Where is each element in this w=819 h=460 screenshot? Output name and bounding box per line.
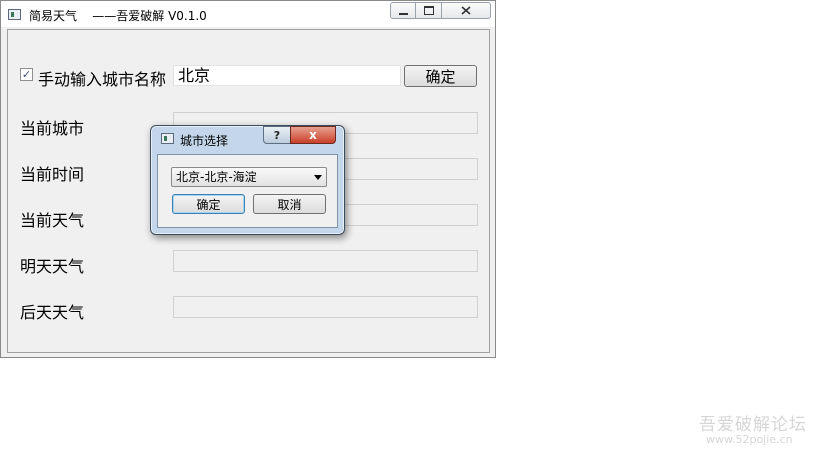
manual-input-label[interactable]: 手动输入城市名称 bbox=[38, 66, 166, 90]
dialog-close-button[interactable]: x bbox=[290, 126, 336, 144]
dialog-app-icon bbox=[161, 133, 174, 144]
app-icon bbox=[8, 9, 21, 20]
city-select-dropdown[interactable]: 北京-北京-海淀 bbox=[171, 167, 327, 187]
chevron-down-icon bbox=[314, 175, 322, 180]
dialog-title: 城市选择 bbox=[180, 134, 229, 148]
dialog-ok-button[interactable]: 确定 bbox=[172, 194, 245, 214]
current-weather-label: 当前天气 bbox=[20, 211, 85, 230]
checkmark-icon: ✓ bbox=[21, 68, 32, 81]
minimize-icon bbox=[398, 12, 408, 15]
close-icon: x bbox=[309, 128, 317, 142]
window-title: 简易天气 ——吾爱破解 V0.1.0 bbox=[29, 9, 207, 23]
maximize-button[interactable] bbox=[415, 2, 442, 19]
selected-city: 北京-北京-海淀 bbox=[176, 170, 257, 184]
help-button[interactable]: ? bbox=[263, 126, 291, 144]
watermark-title: 吾爱破解论坛 bbox=[699, 415, 807, 435]
manual-input-checkbox[interactable]: ✓ bbox=[20, 68, 33, 81]
after-tomorrow-weather-field[interactable] bbox=[173, 296, 478, 318]
after-tomorrow-weather-label: 后天天气 bbox=[20, 303, 85, 322]
city-select-dialog: 城市选择 ? x 北京-北京-海淀 确定 取消 bbox=[150, 125, 345, 235]
help-icon: ? bbox=[273, 128, 281, 142]
maximize-icon bbox=[423, 6, 434, 15]
title-bar[interactable]: 简易天气 ——吾爱破解 V0.1.0 bbox=[1, 1, 495, 27]
confirm-button[interactable]: 确定 bbox=[404, 65, 477, 87]
tomorrow-weather-field[interactable] bbox=[173, 250, 478, 272]
minimize-button[interactable] bbox=[390, 2, 416, 19]
close-icon bbox=[461, 6, 471, 15]
city-name-input[interactable]: 北京 bbox=[173, 65, 401, 86]
dialog-cancel-button[interactable]: 取消 bbox=[253, 194, 326, 214]
dialog-body: 北京-北京-海淀 确定 取消 bbox=[157, 154, 338, 228]
current-time-label: 当前时间 bbox=[20, 165, 85, 184]
tomorrow-weather-label: 明天天气 bbox=[20, 257, 85, 276]
close-button[interactable] bbox=[441, 2, 491, 19]
current-city-label: 当前城市 bbox=[20, 119, 85, 138]
watermark-url: www.52pojie.cn bbox=[706, 433, 793, 446]
